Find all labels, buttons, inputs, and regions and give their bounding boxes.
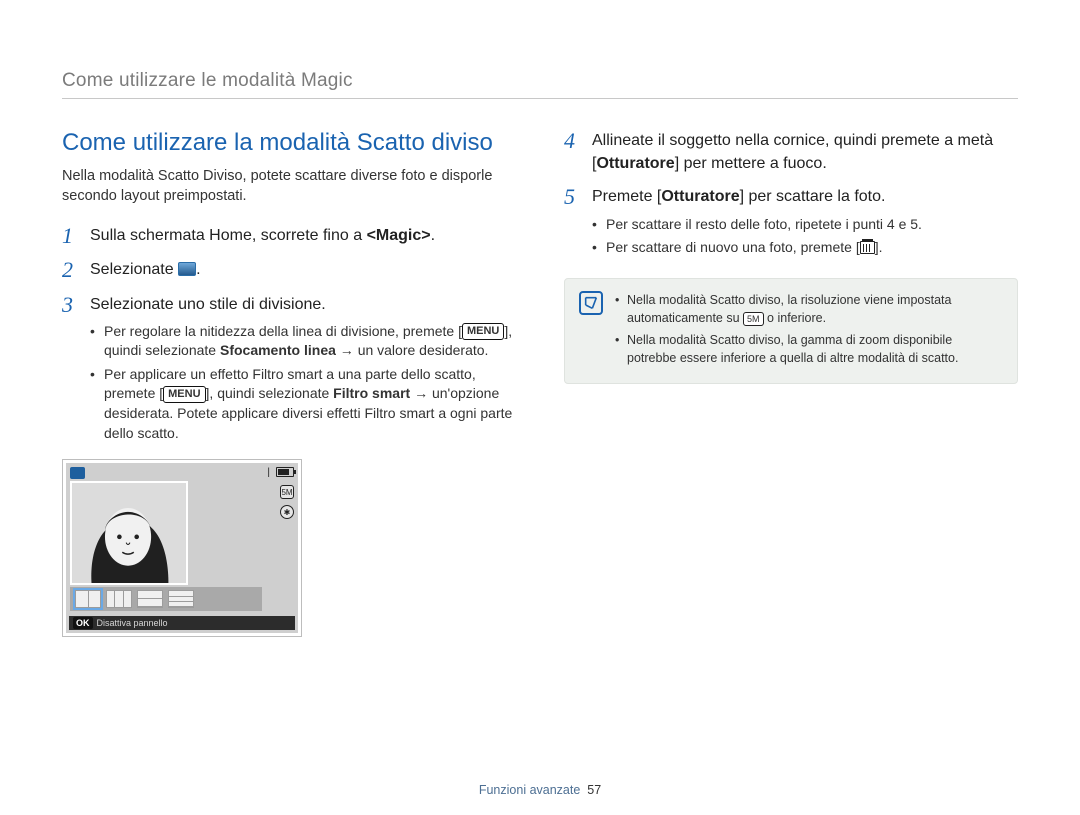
step-2: 2 Selezionate .: [62, 258, 516, 282]
note-item-2: Nella modalità Scatto diviso, la gamma d…: [615, 331, 1003, 367]
step-4: 4 Allineate il soggetto nella cornice, q…: [564, 129, 1018, 175]
step-5-bullet-1: Per scattare il resto delle foto, ripete…: [592, 215, 922, 235]
resolution-chip-icon: 5M: [743, 312, 764, 326]
breadcrumb: Come utilizzare le modalità Magic: [62, 70, 1018, 92]
step-number: 4: [564, 129, 582, 175]
step-number: 3: [62, 293, 80, 448]
step-text: ] per mettere a fuoco.: [675, 155, 827, 172]
lcd-bottom-label: Disattiva pannello: [97, 618, 168, 628]
page-number: 57: [587, 783, 601, 797]
ok-key-icon: OK: [73, 617, 93, 629]
division-option-2row[interactable]: [137, 590, 163, 608]
step-3-bullet-2: Per applicare un effetto Filtro smart a …: [90, 365, 516, 443]
step-text: Premete [: [592, 188, 661, 205]
bullet-bold: Sfocamento linea: [220, 342, 336, 358]
step-text: Selezionate: [90, 261, 178, 278]
step-number: 1: [62, 224, 80, 248]
menu-key-icon: MENU: [462, 323, 504, 340]
bullet-text: ], quindi selezionate: [206, 385, 334, 401]
bullet-text: Per scattare di nuovo una foto, premete …: [606, 239, 860, 255]
step-text: .: [196, 261, 200, 278]
note-icon: [579, 291, 603, 315]
step-number: 5: [564, 185, 582, 261]
step-text: Selezionate uno stile di divisione.: [90, 296, 326, 313]
left-column: Come utilizzare la modalità Scatto divis…: [62, 129, 516, 637]
step-5-bullet-2: Per scattare di nuovo una foto, premete …: [592, 238, 922, 258]
section-title: Come utilizzare la modalità Scatto divis…: [62, 129, 516, 157]
battery-icon: [276, 467, 294, 477]
note-item-1: Nella modalità Scatto diviso, la risoluz…: [615, 291, 1003, 327]
preview-pane: [70, 481, 188, 585]
trash-icon: [860, 241, 875, 254]
division-option-2col[interactable]: [75, 590, 101, 608]
step-bold: <Magic>: [367, 227, 431, 244]
right-column: 4 Allineate il soggetto nella cornice, q…: [564, 129, 1018, 637]
step-number: 2: [62, 258, 80, 282]
menu-key-icon: MENU: [163, 386, 205, 403]
bullet-text: ].: [875, 239, 883, 255]
step-3: 3 Selezionate uno stile di divisione. Pe…: [62, 293, 516, 448]
footer-section: Funzioni avanzate: [479, 783, 580, 797]
step-bold: Otturatore: [661, 188, 739, 205]
step-text: .: [431, 227, 435, 244]
note-box: Nella modalità Scatto diviso, la risoluz…: [564, 278, 1018, 385]
bullet-text: un valore desiderato.: [358, 342, 489, 358]
step-text: Sulla schermata Home, scorrete fino a: [90, 227, 367, 244]
bullet-bold: Filtro smart: [333, 385, 410, 401]
flash-indicator-icon: ✱: [280, 505, 294, 519]
step-bold: Otturatore: [596, 155, 674, 172]
camera-lcd-illustration: | 5M ✱: [62, 459, 302, 637]
arrow-icon: →: [410, 385, 432, 401]
mode-chip-icon: [70, 467, 85, 479]
exposure-indicator: |: [267, 467, 270, 478]
split-shot-icon: [178, 262, 196, 276]
face-illustration: [72, 483, 186, 583]
bullet-text: Per regolare la nitidezza della linea di…: [104, 323, 462, 339]
lcd-bottom-bar: OK Disattiva pannello: [69, 616, 295, 630]
division-option-3row[interactable]: [168, 590, 194, 608]
step-3-bullet-1: Per regolare la nitidezza della linea di…: [90, 322, 516, 361]
resolution-indicator-icon: 5M: [280, 485, 294, 499]
step-1: 1 Sulla schermata Home, scorrete fino a …: [62, 224, 516, 248]
arrow-icon: →: [336, 342, 358, 358]
note-text: o inferiore.: [764, 311, 827, 325]
division-style-bar: [70, 587, 262, 611]
intro-paragraph: Nella modalità Scatto Diviso, potete sca…: [62, 167, 516, 206]
header-rule: [62, 98, 1018, 99]
step-text: ] per scattare la foto.: [740, 188, 886, 205]
step-5: 5 Premete [Otturatore] per scattare la f…: [564, 185, 1018, 261]
division-option-3col[interactable]: [106, 590, 132, 608]
page-footer: Funzioni avanzate 57: [0, 783, 1080, 797]
